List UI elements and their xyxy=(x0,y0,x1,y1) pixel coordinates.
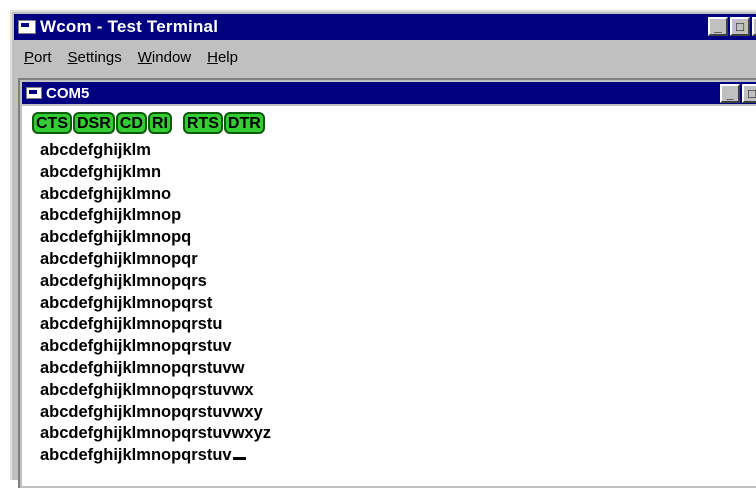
maximize-button[interactable]: □ xyxy=(730,17,750,36)
menu-help[interactable]: Help xyxy=(207,49,238,66)
child-window-icon[interactable] xyxy=(26,87,42,99)
status-rts: RTS xyxy=(182,112,223,134)
child-title-bar[interactable]: COM5 _ □ × xyxy=(22,82,756,104)
window-controls: _ □ × xyxy=(708,17,756,36)
menu-settings[interactable]: Settings xyxy=(68,49,122,66)
text-cursor-icon xyxy=(232,457,246,461)
status-cts: CTS xyxy=(32,112,72,134)
terminal-line: abcdefghijklmnopqr xyxy=(40,249,198,268)
child-maximize-button[interactable]: □ xyxy=(742,84,756,103)
terminal-line: abcdefghijklmnopqrs xyxy=(40,271,207,290)
terminal-line: abcdefghijklmnopqrstu xyxy=(40,315,223,334)
modem-status-row: CTS DSR CD RI RTS DTR xyxy=(32,112,266,134)
terminal-last-line: abcdefghijklmnopqrstuv xyxy=(40,445,271,467)
status-dtr: DTR xyxy=(223,112,265,134)
status-ri: RI xyxy=(147,112,172,134)
terminal-line: abcdefghijklmnopqrstuv xyxy=(40,337,232,356)
terminal-line: abcdefghijklmnopqrst xyxy=(40,293,213,312)
terminal-output: abcdefghijklm abcdefghijklmn abcdefghijk… xyxy=(40,140,271,467)
child-window-title: COM5 xyxy=(46,84,90,102)
terminal-line: abcdefghijklmnopqrstuv xyxy=(40,446,232,465)
window-title: Wcom - Test Terminal xyxy=(40,17,219,36)
com5-window: COM5 _ □ × CTS DSR CD RI RTS DTR abcdefg… xyxy=(18,78,756,488)
menu-window[interactable]: Window xyxy=(138,49,191,66)
status-cd: CD xyxy=(115,112,147,134)
app-icon[interactable] xyxy=(18,20,36,34)
terminal-line: abcdefghijklmn xyxy=(40,162,162,181)
main-window: Wcom - Test Terminal _ □ × Port Settings… xyxy=(10,10,756,488)
terminal-line: abcdefghijklmno xyxy=(40,184,172,203)
menu-port[interactable]: Port xyxy=(24,49,52,66)
terminal-line: abcdefghijklmnopqrstuvwxy xyxy=(40,402,263,421)
title-bar[interactable]: Wcom - Test Terminal _ □ × xyxy=(14,14,756,40)
terminal-area[interactable]: CTS DSR CD RI RTS DTR abcdefghijklm abcd… xyxy=(22,106,756,486)
menu-bar: Port Settings Window Help xyxy=(14,44,244,70)
child-minimize-button[interactable]: _ xyxy=(720,84,740,103)
terminal-line: abcdefghijklmnopqrstuvwx xyxy=(40,380,254,399)
terminal-line: abcdefghijklm xyxy=(40,141,151,159)
terminal-line: abcdefghijklmnopqrstuvwxyz xyxy=(40,424,272,443)
terminal-line: abcdefghijklmnopq xyxy=(40,228,192,247)
minimize-button[interactable]: _ xyxy=(708,17,728,36)
close-button[interactable]: × xyxy=(752,17,756,36)
terminal-line: abcdefghijklmnop xyxy=(40,206,182,225)
child-window-controls: _ □ × xyxy=(720,84,756,103)
status-dsr: DSR xyxy=(73,112,115,134)
terminal-line: abcdefghijklmnopqrstuvw xyxy=(40,358,245,377)
